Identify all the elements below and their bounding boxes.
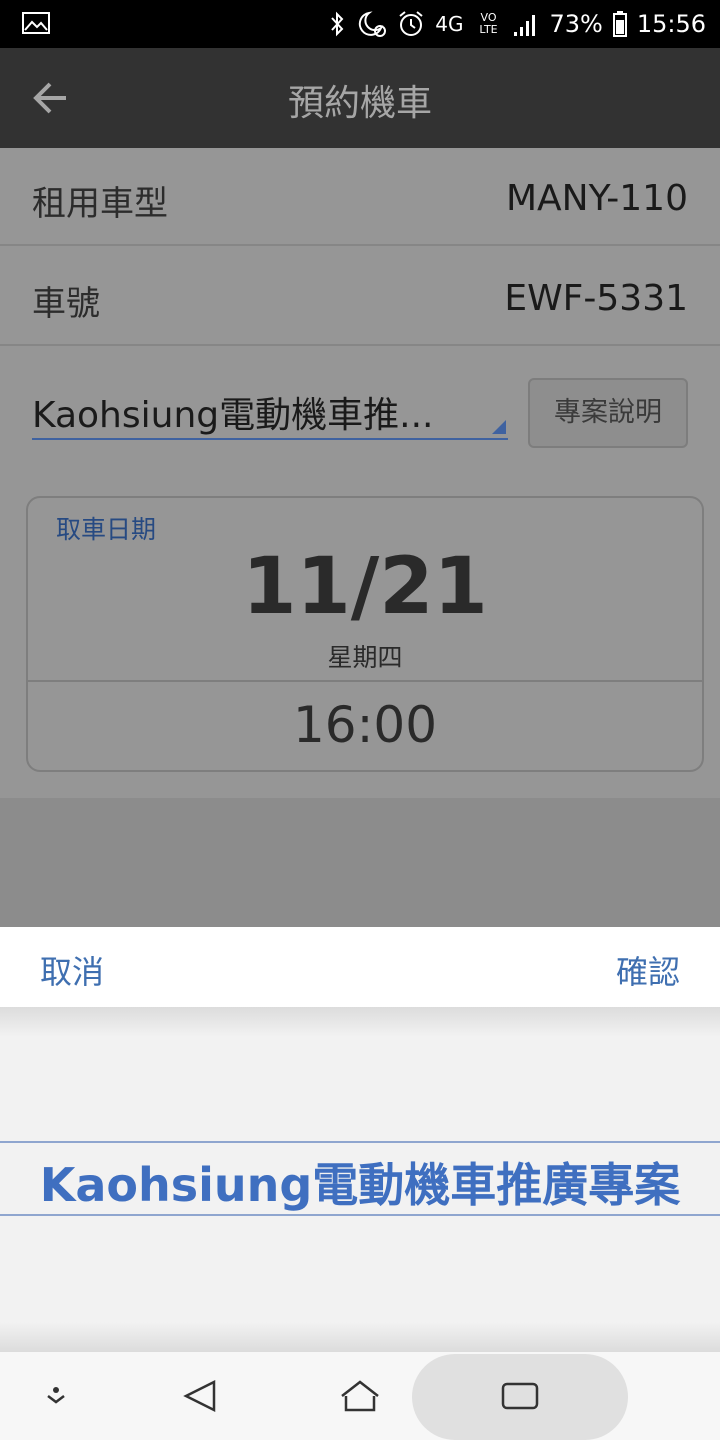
car-type-label: 租用車型 xyxy=(32,184,168,224)
battery-icon xyxy=(612,11,627,37)
reservation-form: 租用車型 MANY-110 車號 EWF-5331 Kaohsiung電動機車推… xyxy=(0,148,720,928)
pickup-weekday: 星期四 xyxy=(327,643,403,672)
signal-icon xyxy=(514,15,536,36)
home-icon[interactable] xyxy=(310,1352,410,1440)
volte-indicator: VO LTE xyxy=(479,11,498,36)
status-bar: 4G VO LTE 73% 15:56 xyxy=(0,0,720,48)
network-type: 4G xyxy=(435,12,464,36)
plate-label: 車號 xyxy=(32,284,100,324)
image-icon xyxy=(22,12,50,34)
do-not-disturb-icon xyxy=(359,11,387,37)
alarm-icon xyxy=(399,11,423,36)
pickup-time[interactable]: 16:00 xyxy=(28,696,702,754)
dimmed-area xyxy=(0,798,720,928)
navigation-bar xyxy=(0,1352,720,1440)
picker-selection-line-top xyxy=(0,1141,720,1143)
cancel-button[interactable]: 取消 xyxy=(40,947,104,993)
recents-icon[interactable] xyxy=(470,1352,570,1440)
bluetooth-icon xyxy=(331,11,344,37)
dropdown-triangle-icon xyxy=(492,420,506,434)
page-title: 預約機車 xyxy=(287,83,432,124)
picker-option-selected[interactable]: Kaohsiung電動機車推廣專案 xyxy=(0,1149,720,1215)
clock: 15:56 xyxy=(636,10,706,38)
plan-dropdown-value: Kaohsiung電動機車推... xyxy=(32,395,434,436)
picker-toolbar: 取消 確認 xyxy=(0,927,720,1007)
back-icon[interactable] xyxy=(150,1352,250,1440)
picker-selection-line-bottom xyxy=(0,1214,720,1216)
plan-picker-wheel[interactable]: Kaohsiung電動機車推廣專案 xyxy=(0,1007,720,1352)
picker-shade-bottom xyxy=(0,1322,720,1352)
pickup-date[interactable]: 11/21 xyxy=(28,542,702,632)
picker-shade-top xyxy=(0,1007,720,1037)
pickup-date-label: 取車日期 xyxy=(56,515,157,544)
plate-row: 車號 EWF-5331 xyxy=(0,248,720,346)
plate-value: EWF-5331 xyxy=(504,278,688,319)
battery-percent: 73% xyxy=(549,10,603,38)
plan-info-button[interactable]: 專案說明 xyxy=(528,378,688,448)
car-type-row: 租用車型 MANY-110 xyxy=(0,148,720,246)
plan-dropdown[interactable]: Kaohsiung電動機車推... xyxy=(32,378,508,440)
confirm-button[interactable]: 確認 xyxy=(616,947,680,993)
divider xyxy=(28,680,702,682)
dock-toggle-icon[interactable] xyxy=(6,1352,106,1440)
app-bar: 預約機車 xyxy=(0,48,720,148)
pickup-date-card[interactable]: 取車日期 11/21 星期四 16:00 xyxy=(26,496,704,772)
car-type-value: MANY-110 xyxy=(505,178,688,219)
